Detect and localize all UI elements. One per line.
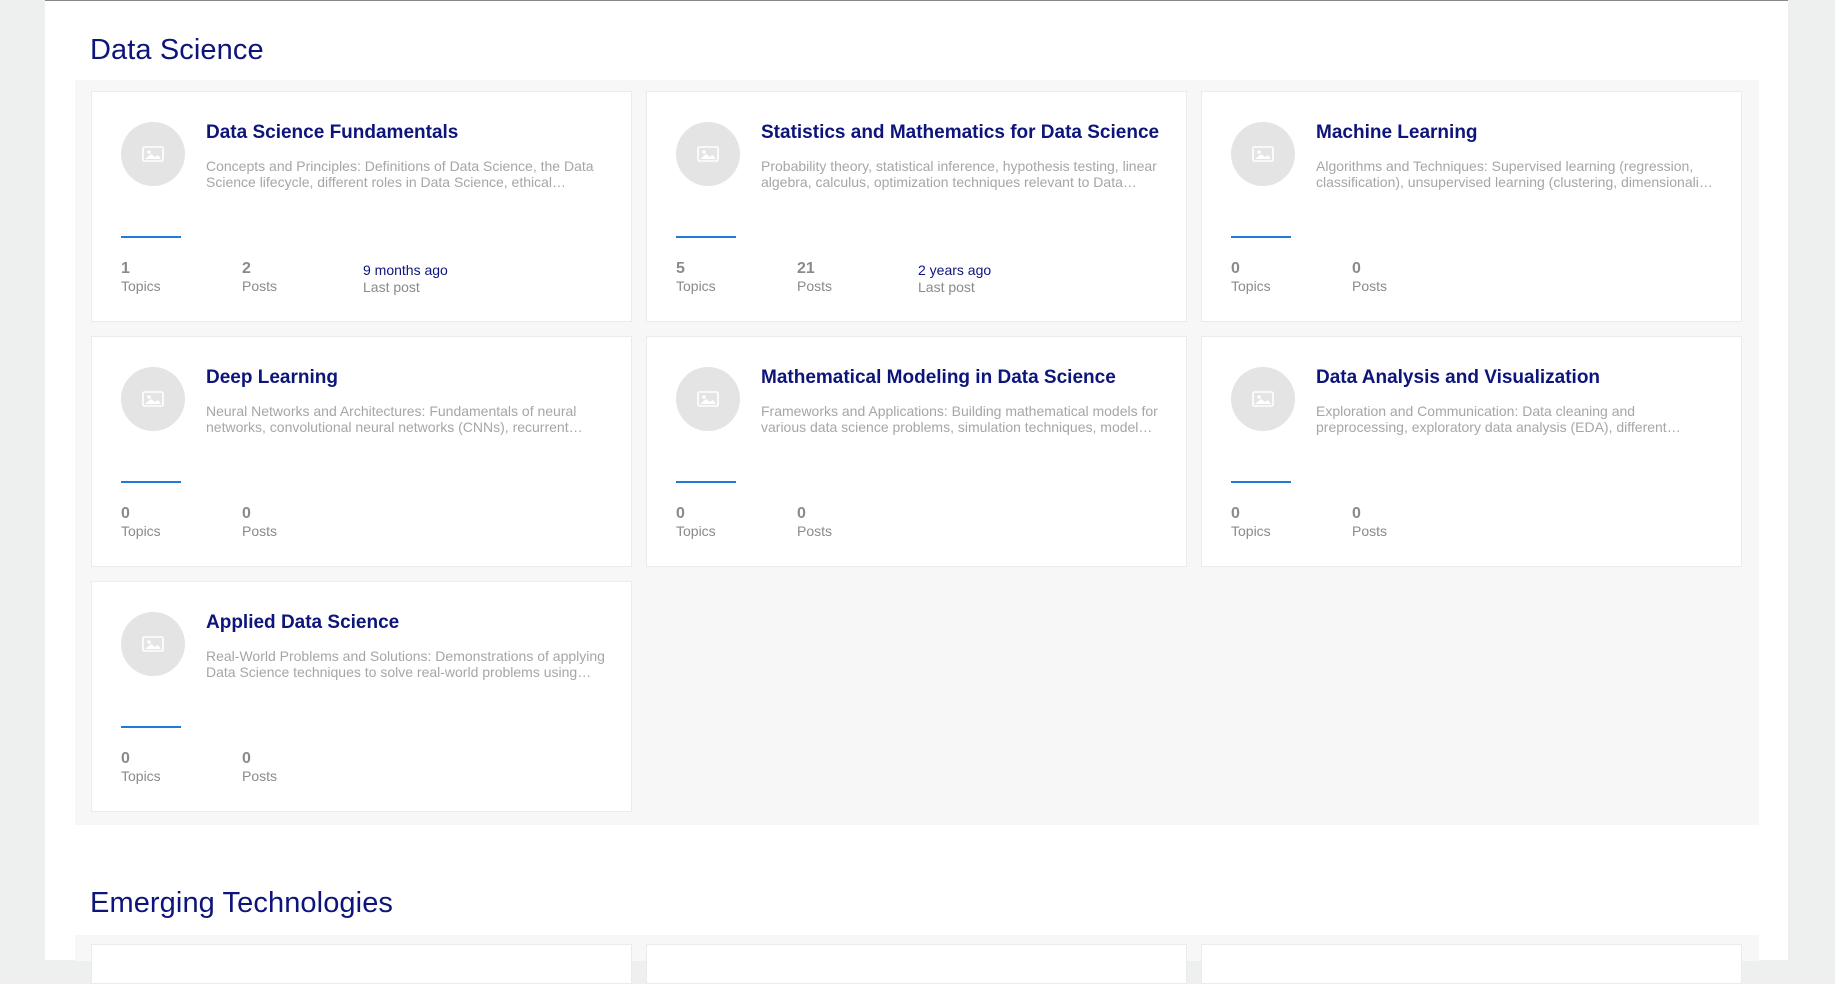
- topics-count: 0: [676, 505, 685, 522]
- topics-stat: 0 Topics: [121, 750, 161, 785]
- topics-stat: 5 Topics: [676, 260, 716, 295]
- posts-count: 2: [242, 260, 251, 277]
- topics-stat: 0 Topics: [121, 505, 161, 540]
- posts-count: 0: [242, 750, 251, 767]
- category-card-mathematical-modeling[interactable]: Mathematical Modeling in Data Science Fr…: [646, 336, 1187, 567]
- section-title-emerging-technologies: Emerging Technologies: [90, 887, 394, 919]
- posts-stat: 0 Posts: [242, 505, 277, 540]
- topics-label: Topics: [676, 523, 716, 539]
- topics-label: Topics: [1231, 278, 1271, 294]
- image-placeholder-icon: [676, 367, 740, 431]
- category-description: Algorithms and Techniques: Supervised le…: [1316, 158, 1710, 190]
- card-divider: [676, 481, 736, 483]
- category-title[interactable]: Applied Data Science: [206, 612, 399, 634]
- topics-stat: 1 Topics: [121, 260, 161, 295]
- topics-label: Topics: [121, 768, 161, 784]
- category-title[interactable]: Machine Learning: [1316, 122, 1478, 144]
- topics-stat: 0 Topics: [1231, 260, 1271, 295]
- topics-label: Topics: [676, 278, 716, 294]
- last-post-stat[interactable]: 9 months ago Last post: [363, 260, 448, 296]
- topics-stat: 0 Topics: [676, 505, 716, 540]
- category-description: Frameworks and Applications: Building ma…: [761, 403, 1158, 435]
- last-post-label: Last post: [363, 279, 420, 295]
- category-description: Real-World Problems and Solutions: Demon…: [206, 648, 605, 680]
- topics-stat: 0 Topics: [1231, 505, 1271, 540]
- topics-label: Topics: [1231, 523, 1271, 539]
- topics-count: 5: [676, 260, 685, 277]
- last-post-label: Last post: [918, 279, 975, 295]
- image-placeholder-icon: [1231, 367, 1295, 431]
- card-divider: [1231, 236, 1291, 238]
- card-divider: [676, 236, 736, 238]
- category-card-deep-learning[interactable]: Deep Learning Neural Networks and Archit…: [91, 336, 632, 567]
- category-title[interactable]: Deep Learning: [206, 367, 338, 389]
- posts-label: Posts: [797, 523, 833, 539]
- topics-label: Topics: [121, 523, 161, 539]
- posts-label: Posts: [797, 278, 833, 294]
- topics-count: 0: [1231, 260, 1240, 277]
- category-card[interactable]: [1201, 944, 1742, 984]
- category-grid: [75, 935, 1759, 984]
- category-title[interactable]: Mathematical Modeling in Data Science: [761, 367, 1116, 389]
- category-grid: Data Science Fundamentals Concepts and P…: [75, 80, 1759, 825]
- card-divider: [121, 726, 181, 728]
- category-card[interactable]: [91, 944, 632, 984]
- category-description: Neural Networks and Architectures: Funda…: [206, 403, 577, 435]
- posts-label: Posts: [242, 768, 278, 784]
- posts-label: Posts: [1352, 278, 1388, 294]
- posts-count: 0: [242, 505, 251, 522]
- posts-stat: 2 Posts: [242, 260, 277, 295]
- image-placeholder-icon: [1231, 122, 1295, 186]
- card-divider: [121, 481, 181, 483]
- last-post-stat[interactable]: 2 years ago Last post: [918, 260, 991, 296]
- posts-count: 0: [1352, 260, 1361, 277]
- posts-label: Posts: [242, 523, 278, 539]
- last-post-time[interactable]: 9 months ago: [363, 261, 448, 279]
- category-card-machine-learning[interactable]: Machine Learning Algorithms and Techniqu…: [1201, 91, 1742, 322]
- posts-stat: 0 Posts: [1352, 260, 1387, 295]
- image-placeholder-icon: [121, 367, 185, 431]
- posts-count: 0: [1352, 505, 1361, 522]
- posts-stat: 21 Posts: [797, 260, 832, 295]
- posts-label: Posts: [242, 278, 278, 294]
- posts-count: 21: [797, 260, 815, 277]
- posts-stat: 0 Posts: [797, 505, 832, 540]
- category-description: Concepts and Principles: Definitions of …: [206, 158, 594, 190]
- category-card-statistics-and-mathematics[interactable]: Statistics and Mathematics for Data Scie…: [646, 91, 1187, 322]
- category-title[interactable]: Statistics and Mathematics for Data Scie…: [761, 122, 1159, 144]
- topics-label: Topics: [121, 278, 161, 294]
- category-card[interactable]: [646, 944, 1187, 984]
- category-title[interactable]: Data Science Fundamentals: [206, 122, 458, 144]
- category-description: Probability theory, statistical inferenc…: [761, 158, 1157, 190]
- last-post-time[interactable]: 2 years ago: [918, 261, 991, 279]
- image-placeholder-icon: [121, 612, 185, 676]
- posts-stat: 0 Posts: [1352, 505, 1387, 540]
- card-divider: [121, 236, 181, 238]
- image-placeholder-icon: [676, 122, 740, 186]
- image-placeholder-icon: [121, 122, 185, 186]
- category-description: Exploration and Communication: Data clea…: [1316, 403, 1667, 435]
- card-divider: [1231, 481, 1291, 483]
- posts-stat: 0 Posts: [242, 750, 277, 785]
- topics-count: 0: [121, 750, 130, 767]
- category-card-applied-data-science[interactable]: Applied Data Science Real-World Problems…: [91, 581, 632, 812]
- category-card-data-analysis-and-visualization[interactable]: Data Analysis and Visualization Explorat…: [1201, 336, 1742, 567]
- posts-label: Posts: [1352, 523, 1388, 539]
- topics-count: 0: [121, 505, 130, 522]
- section-title-data-science: Data Science: [90, 34, 264, 66]
- topics-count: 0: [1231, 505, 1240, 522]
- posts-count: 0: [797, 505, 806, 522]
- topics-count: 1: [121, 260, 130, 277]
- category-title[interactable]: Data Analysis and Visualization: [1316, 367, 1600, 389]
- forum-page: Data Science Data Science Fundamentals C…: [45, 0, 1788, 984]
- category-card-data-science-fundamentals[interactable]: Data Science Fundamentals Concepts and P…: [91, 91, 632, 322]
